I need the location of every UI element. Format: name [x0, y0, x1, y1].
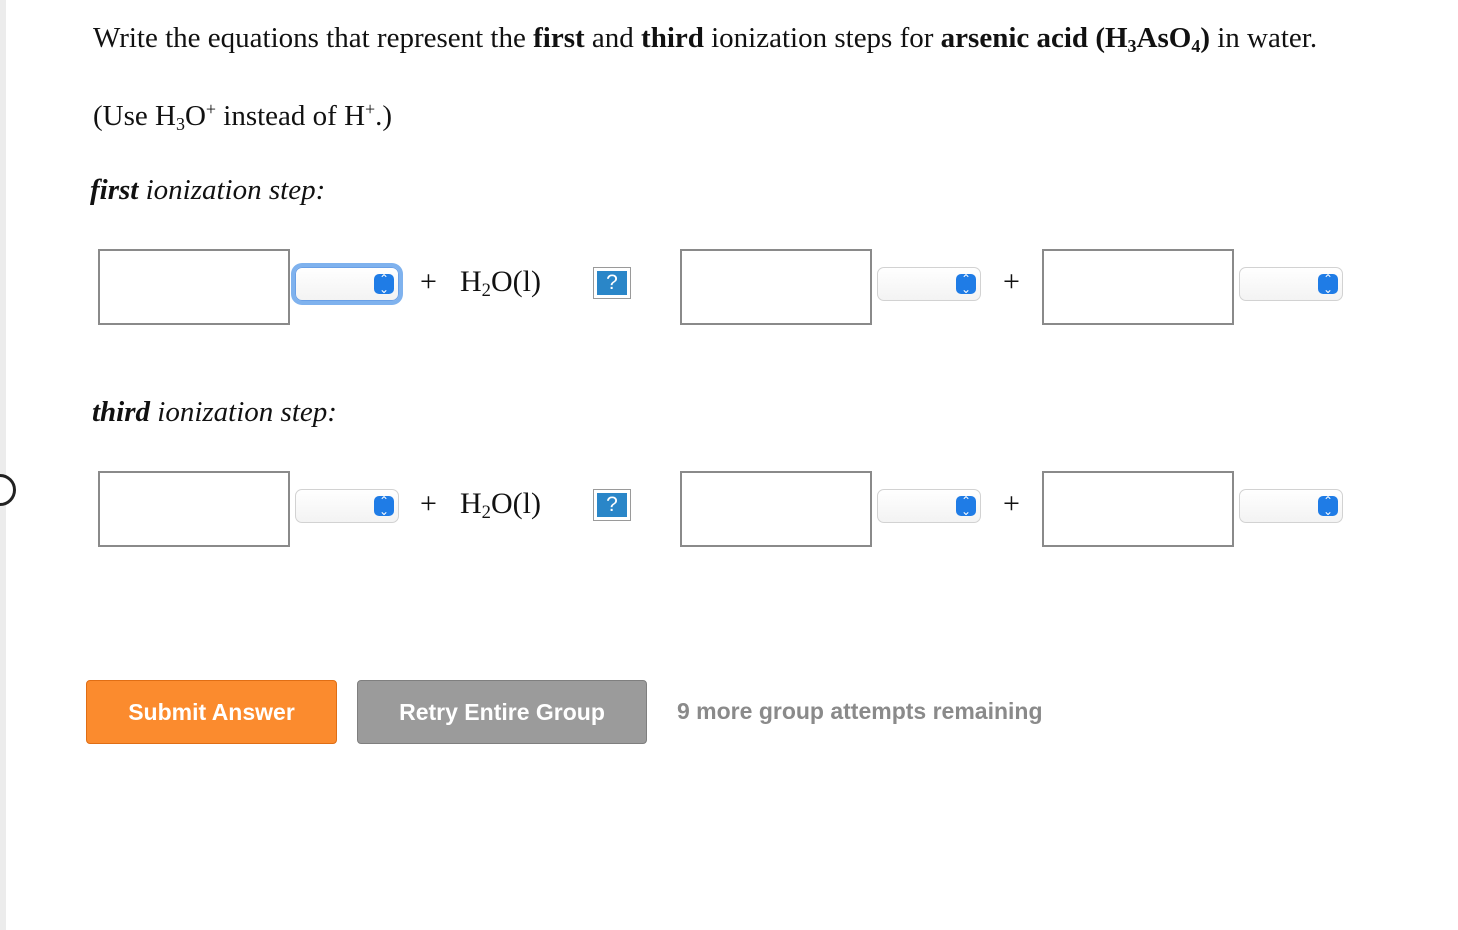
select-arrows-icon: ⌃ ⌄ — [374, 495, 394, 517]
third-step-label: third ionization step: — [92, 396, 337, 428]
select-arrows-icon: ⌃ ⌄ — [1318, 273, 1338, 295]
reactant-state-select[interactable]: ⌃ ⌄ — [295, 267, 399, 301]
product1-species-input[interactable] — [680, 249, 872, 325]
question-mark-icon: ? — [597, 271, 627, 295]
product2-state-select[interactable]: ⌃ ⌄ — [1239, 267, 1343, 301]
plus-sign: + — [1003, 265, 1020, 298]
attempts-remaining-text: 9 more group attempts remaining — [677, 698, 1043, 724]
reaction-arrow-help-button[interactable]: ? — [593, 267, 631, 299]
select-arrows-icon: ⌃ ⌄ — [1318, 495, 1338, 517]
product1-state-select[interactable]: ⌃ ⌄ — [877, 267, 981, 301]
reactant-species-input[interactable] — [98, 249, 290, 325]
product1-state-select[interactable]: ⌃ ⌄ — [877, 489, 981, 523]
reaction-arrow-help-button[interactable]: ? — [593, 489, 631, 521]
product1-species-input[interactable] — [680, 471, 872, 547]
submit-answer-button[interactable]: Submit Answer — [86, 680, 337, 744]
select-arrows-icon: ⌃ ⌄ — [374, 273, 394, 295]
plus-sign: + — [1003, 487, 1020, 520]
retry-entire-group-button[interactable]: Retry Entire Group — [357, 680, 647, 744]
left-edge-bar — [0, 0, 6, 930]
water-reactant: H2O(l) — [460, 265, 541, 302]
product2-species-input[interactable] — [1042, 249, 1234, 325]
first-step-label: first ionization step: — [90, 174, 326, 206]
question-mark-icon: ? — [597, 493, 627, 517]
water-reactant: H2O(l) — [460, 487, 541, 524]
product2-species-input[interactable] — [1042, 471, 1234, 547]
first-step-equation: ⌃ ⌄ + H2O(l) ? ⌃ ⌄ + ⌃ ⌄ — [0, 249, 1458, 325]
reactant-state-select[interactable]: ⌃ ⌄ — [295, 489, 399, 523]
question-text: Write the equations that represent the f… — [93, 22, 1318, 57]
reactant-species-input[interactable] — [98, 471, 290, 547]
select-arrows-icon: ⌃ ⌄ — [956, 273, 976, 295]
plus-sign: + — [420, 487, 437, 520]
instruction-note: (Use H3O+ instead of H+.) — [93, 99, 393, 135]
product2-state-select[interactable]: ⌃ ⌄ — [1239, 489, 1343, 523]
select-arrows-icon: ⌃ ⌄ — [956, 495, 976, 517]
third-step-equation: ⌃ ⌄ + H2O(l) ? ⌃ ⌄ + ⌃ ⌄ — [0, 471, 1458, 547]
plus-sign: + — [420, 265, 437, 298]
